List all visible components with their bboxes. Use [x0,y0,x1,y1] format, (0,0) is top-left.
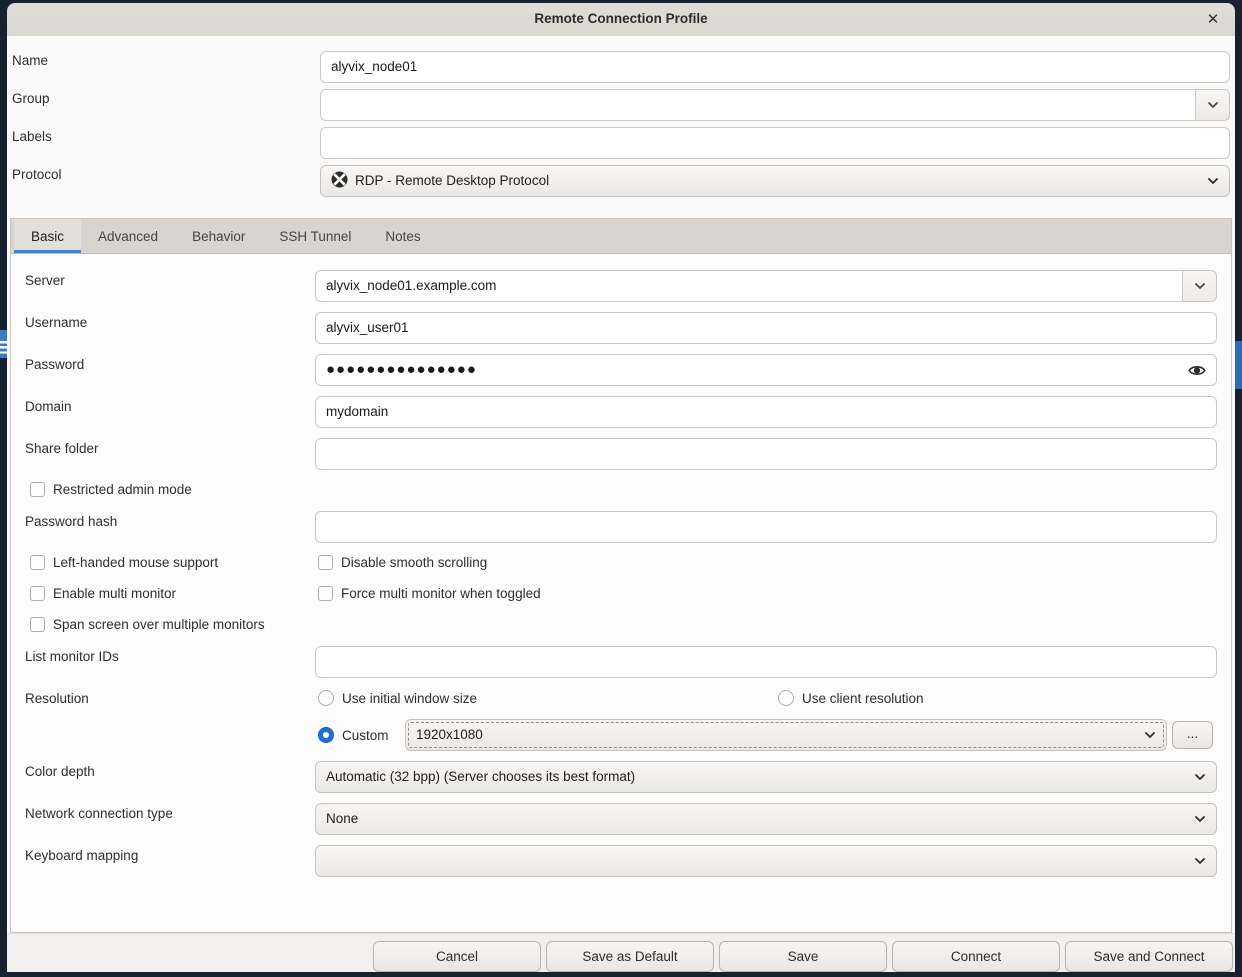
tab-bar: Basic Advanced Behavior SSH Tunnel Notes [11,219,1231,254]
group-label: Group [12,91,50,106]
window-title: Remote Connection Profile [7,11,1235,26]
custom-resolution-value: 1920x1080 [416,727,483,742]
span-screen-checkbox[interactable]: Span screen over multiple monitors [30,617,265,632]
color-depth-value: Automatic (32 bpp) (Server chooses its b… [326,769,635,784]
background-window-fragment-right [1234,341,1242,389]
server-label: Server [25,273,65,288]
protocol-select[interactable]: RDP - Remote Desktop Protocol [320,165,1230,197]
connect-button[interactable]: Connect [892,941,1060,972]
share-folder-label: Share folder [25,441,99,456]
domain-input[interactable]: mydomain [315,396,1217,428]
save-and-connect-button[interactable]: Save and Connect [1065,941,1233,972]
checkbox-box[interactable] [30,555,45,570]
restricted-admin-checkbox[interactable]: Restricted admin mode [30,482,192,497]
left-handed-checkbox[interactable]: Left-handed mouse support [30,555,218,570]
network-type-select[interactable]: None [315,803,1217,835]
password-input[interactable]: ●●●●●●●●●●●●●●● [315,354,1217,386]
close-icon[interactable]: ✕ [1201,8,1225,32]
chevron-down-icon [1193,812,1207,826]
background-window-fragment-left [0,330,7,358]
group-combo [320,89,1230,121]
resolution-custom-label: Custom [342,728,389,743]
disable-smooth-label: Disable smooth scrolling [341,555,487,570]
checkbox-box[interactable] [30,586,45,601]
domain-label: Domain [25,399,72,414]
checkbox-box[interactable] [30,617,45,632]
password-hash-input[interactable] [315,511,1217,543]
checkbox-box[interactable] [318,555,333,570]
name-input[interactable]: alyvix_node01 [320,51,1230,83]
tab-basic[interactable]: Basic [14,219,81,253]
list-monitor-ids-label: List monitor IDs [25,649,119,664]
resolution-label: Resolution [25,691,89,706]
chevron-down-icon [1206,98,1220,112]
cancel-button[interactable]: Cancel [373,941,541,972]
network-type-label: Network connection type [25,806,173,821]
chevron-down-icon [1193,279,1207,293]
tab-behavior[interactable]: Behavior [175,219,262,253]
group-input[interactable] [320,89,1195,121]
resolution-client-radio[interactable]: Use client resolution [778,690,924,706]
server-input[interactable]: alyvix_node01.example.com [315,270,1182,302]
restricted-admin-label: Restricted admin mode [53,482,192,497]
force-multi-checkbox[interactable]: Force multi monitor when toggled [318,586,541,601]
keyboard-mapping-label: Keyboard mapping [25,848,138,863]
keyboard-mapping-select[interactable] [315,845,1217,877]
titlebar[interactable]: Remote Connection Profile ✕ [7,3,1235,37]
name-label: Name [12,53,48,68]
multi-monitor-checkbox[interactable]: Enable multi monitor [30,586,176,601]
save-button[interactable]: Save [719,941,887,972]
chevron-down-icon [1206,174,1220,188]
username-input[interactable]: alyvix_user01 [315,312,1217,344]
password-hash-label: Password hash [25,514,117,529]
chevron-down-icon [1193,770,1207,784]
resolution-custom-radio[interactable]: Custom [318,727,389,743]
chevron-down-icon [1193,854,1207,868]
checkbox-box[interactable] [318,586,333,601]
protocol-value: RDP - Remote Desktop Protocol [355,173,549,188]
tab-notes[interactable]: Notes [368,219,437,253]
resolution-more-button[interactable]: ... [1172,721,1213,749]
resolution-initial-window-radio[interactable]: Use initial window size [318,690,477,706]
password-label: Password [25,357,84,372]
group-dropdown-button[interactable] [1195,89,1230,121]
protocol-label: Protocol [12,167,62,182]
labels-input[interactable] [320,127,1230,159]
username-label: Username [25,315,87,330]
network-type-value: None [326,811,358,826]
tab-advanced[interactable]: Advanced [81,219,175,253]
span-screen-label: Span screen over multiple monitors [53,617,265,632]
screen: Remote Connection Profile ✕ Name alyvix_… [0,0,1242,977]
reveal-password-button[interactable] [1184,357,1210,383]
eye-icon [1188,363,1206,378]
radio-icon[interactable] [318,690,334,706]
multi-monitor-label: Enable multi monitor [53,586,176,601]
share-folder-input[interactable] [315,438,1217,470]
disable-smooth-checkbox[interactable]: Disable smooth scrolling [318,555,487,570]
checkbox-box[interactable] [30,482,45,497]
left-handed-label: Left-handed mouse support [53,555,218,570]
radio-selected-icon[interactable] [318,727,334,743]
tab-ssh-tunnel[interactable]: SSH Tunnel [262,219,368,253]
server-combo: alyvix_node01.example.com [315,270,1217,302]
server-dropdown-button[interactable] [1182,270,1217,302]
color-depth-label: Color depth [25,764,95,779]
list-monitor-ids-input[interactable] [315,646,1217,678]
radio-icon[interactable] [778,690,794,706]
chevron-down-icon [1143,728,1157,742]
labels-label: Labels [12,129,52,144]
force-multi-label: Force multi monitor when toggled [341,586,541,601]
rdp-protocol-icon [331,171,348,188]
custom-resolution-select[interactable]: 1920x1080 [405,719,1167,751]
resolution-client-label: Use client resolution [802,691,924,706]
resolution-initial-window-label: Use initial window size [342,691,477,706]
color-depth-select[interactable]: Automatic (32 bpp) (Server chooses its b… [315,761,1217,793]
save-as-default-button[interactable]: Save as Default [546,941,714,972]
